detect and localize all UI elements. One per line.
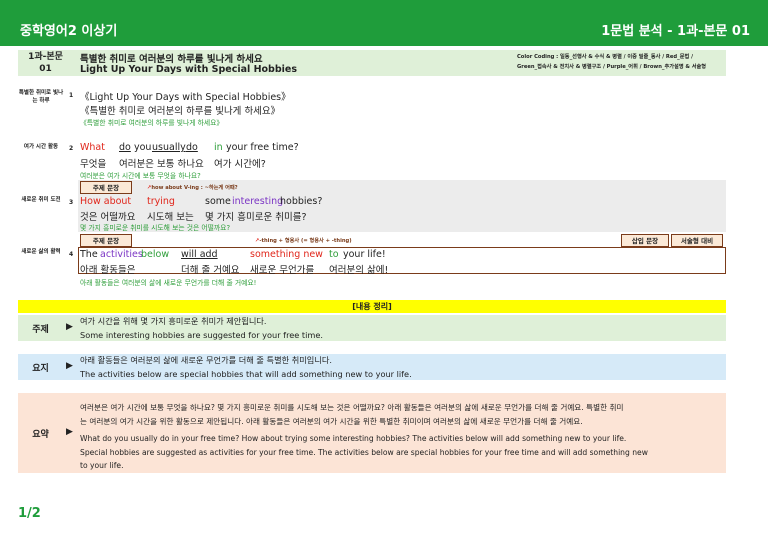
sentence-1-ko: 《특별한 취미로 여러분의 하루를 빛나게 하세요》: [80, 106, 281, 117]
sentence-2-number: 2: [69, 145, 74, 152]
s4-writing-tag: 서술형 대비: [671, 234, 723, 247]
s2-rest: your free time?: [226, 142, 299, 153]
s4-something-new: something new: [250, 249, 323, 260]
sentence-1-translation: 《특별한 취미로 여러분의 하루를 빛나게 하세요》: [80, 119, 224, 127]
lesson-header: 1과-본문 01 특별한 취미로 여러분의 하루를 빛나게 하세요 Light …: [18, 50, 726, 76]
s4-to: to: [329, 249, 339, 260]
summary-gist-label: 요지: [32, 364, 49, 374]
s3-ko-1: 것은 어떨까요: [80, 212, 136, 223]
lesson-title-ko: 특별한 취미로 여러분의 하루를 빛나게 하세요: [80, 54, 263, 65]
sentence-4-number: 4: [69, 251, 74, 258]
summary-abstract-label: 요약: [32, 430, 49, 440]
summary-topic-label: 주제: [32, 325, 49, 335]
s3-trying: trying: [147, 196, 175, 207]
summary-gist-text: 아래 활동들은 여러분의 삶에 새로운 무언가를 더해 줄 특별한 취미입니다.…: [80, 355, 412, 379]
s2-do: do: [119, 142, 131, 153]
summary-gist-box: 요지 ▶ 아래 활동들은 여러분의 삶에 새로운 무언가를 더해 줄 특별한 취…: [18, 354, 726, 380]
s3-ko-3: 몇 가지 흥미로운 취미를?: [205, 212, 307, 223]
summary-abstract-text: 여러분은 여가 시간에 보통 무엇을 하나요? 몇 가지 흥미로운 취미를 시도…: [80, 403, 648, 470]
summary-topic-text: 여가 시간을 위해 몇 가지 흥미로운 취미가 제안됩니다. Some inte…: [80, 316, 324, 340]
s4-ko-2: 더해 줄 거예요: [181, 265, 240, 276]
s3-interesting: interesting: [232, 196, 284, 207]
s3-hobbies: hobbies?: [280, 196, 323, 207]
s2-in: in: [214, 142, 223, 153]
s3-ko-2: 시도해 보는: [147, 212, 194, 223]
s4-the: The: [80, 249, 98, 260]
s2-ko-3: 여가 시간에?: [214, 159, 266, 170]
summary-abstract-box: 요약 ▶ 여러분은 여가 시간에 보통 무엇을 하나요? 몇 가지 흥미로운 취…: [18, 393, 726, 473]
header-section-title: 1문법 분석 - 1과-본문 01: [601, 24, 750, 39]
s4-topic-tag: 주제 문장: [80, 234, 132, 247]
s2-do-main: do: [186, 142, 198, 153]
s3-some: some: [205, 196, 231, 207]
s4-activities: activities: [100, 249, 143, 260]
summary-topic-arrow: ▶: [66, 322, 73, 332]
s2-ko-1: 무엇을: [80, 159, 107, 170]
color-coding-legend: Color Coding : 일동_선행사 & 수식 & 병렬 / 이중 밑줄_…: [517, 54, 707, 70]
s4-inserted-tag: 삽입 문장: [621, 234, 669, 247]
sentence-1-number: 1: [69, 92, 74, 99]
sentence-4-translation: 아래 활동들은 여러분의 삶에 새로운 무언가를 더해 줄 거예요!: [80, 279, 257, 287]
sentence-1-label: 특별한 취미로 빛나는 하루: [18, 90, 64, 104]
page-number: 1/2: [18, 506, 41, 521]
sentence-1-en: 《Light Up Your Days with Special Hobbies…: [80, 92, 291, 103]
s3-hint: ↗how about V-ing : ~하는게 어때?: [147, 185, 238, 191]
lesson-title-en: Light Up Your Days with Special Hobbies: [80, 64, 298, 75]
s4-ko-1: 아래 활동들은: [80, 265, 136, 276]
s2-you: you: [134, 142, 152, 153]
s2-what: What: [80, 142, 105, 153]
s4-rest: your life!: [343, 249, 386, 260]
summary-gist-arrow: ▶: [66, 361, 73, 371]
s3-topic-tag: 주제 문장: [80, 181, 132, 194]
lesson-code: 1과-본문 01: [28, 52, 63, 74]
s2-ko-2: 여러분은 보통 하나요: [119, 159, 204, 170]
s4-will-add: will add: [181, 249, 218, 260]
s4-hint: ↗-thing + 형용사 (= 형용사 + -thing): [255, 238, 352, 244]
sentence-2-label: 여가 시간 활동: [23, 144, 59, 150]
sentence-2-translation: 여러분은 여가 시간에 보통 무엇을 하나요?: [80, 172, 201, 180]
s4-below: below: [141, 249, 170, 260]
s4-ko-3: 새로운 무언가를: [250, 265, 315, 276]
s2-usually: usually: [152, 142, 186, 153]
header-title: 중학영어2 이상기: [20, 24, 118, 39]
sentence-4-label: 새로운 삶의 활력: [21, 249, 61, 255]
header-bar: 중학영어2 이상기 1문법 분석 - 1과-본문 01: [0, 0, 768, 46]
sentence-3-number: 3: [69, 199, 74, 206]
summary-abstract-arrow: ▶: [66, 427, 73, 437]
s3-how-about: How about: [80, 196, 132, 207]
summary-topic-box: 주제 ▶ 여가 시간을 위해 몇 가지 흥미로운 취미가 제안됩니다. Some…: [18, 315, 726, 341]
sentence-4-box: [78, 247, 726, 274]
summary-heading: [내용 정리]: [18, 300, 726, 313]
sentence-3-label: 새로운 취미 도전: [21, 197, 61, 203]
sentence-3-translation: 몇 가지 흥미로운 취미를 시도해 보는 것은 어떨까요?: [80, 224, 231, 232]
s4-ko-4: 여러분의 삶에!: [329, 265, 389, 276]
